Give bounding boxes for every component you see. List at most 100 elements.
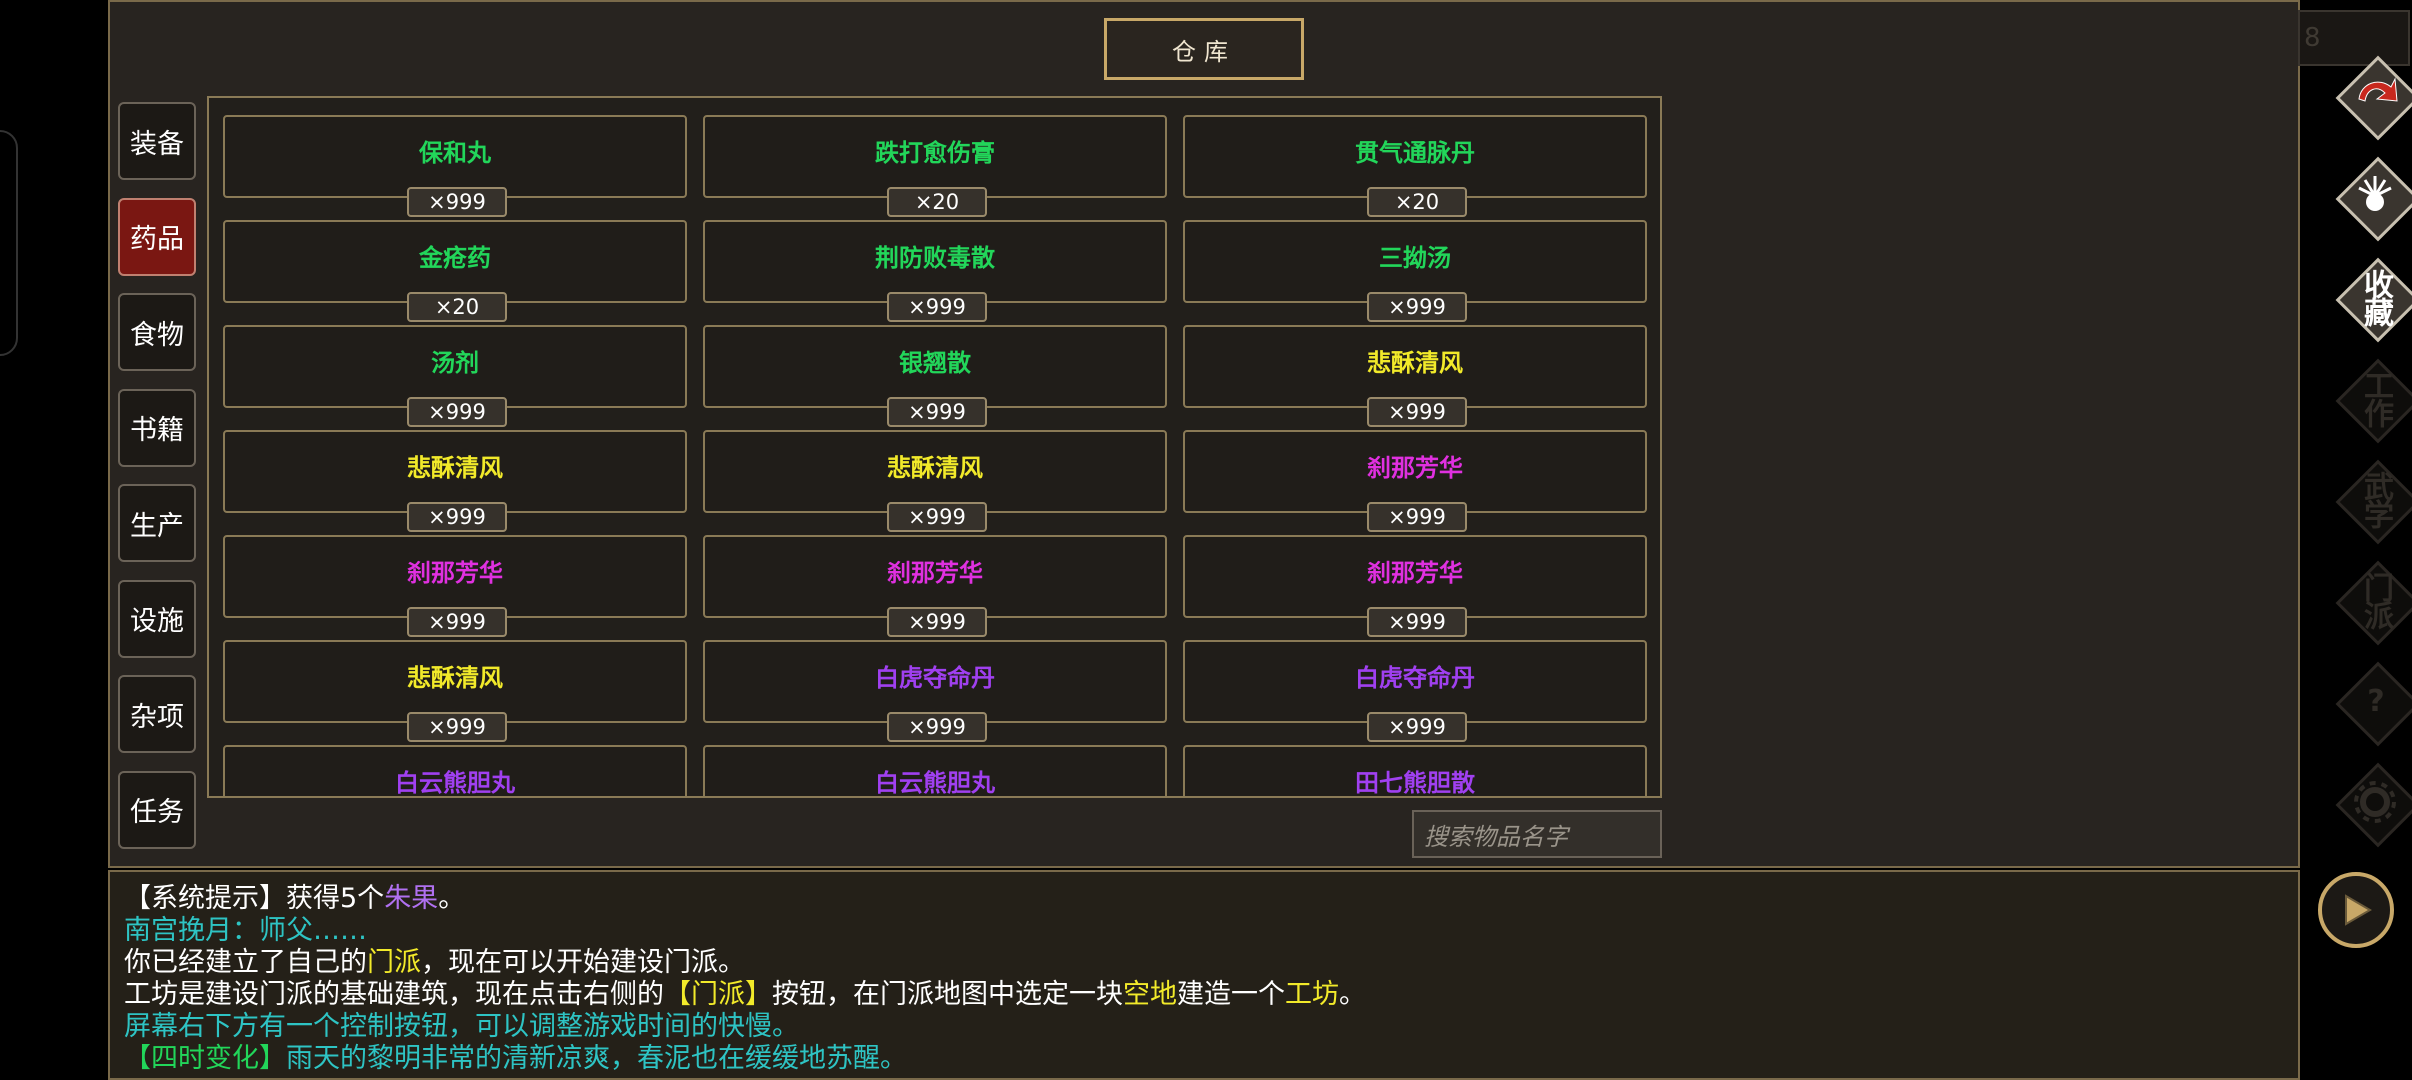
item-name: 刹那芳华 <box>1367 454 1463 482</box>
search-placeholder: 搜索物品名字 <box>1424 822 1568 851</box>
log-segment: 空地 <box>1123 979 1177 1010</box>
item-name: 贯气通脉丹 <box>1355 139 1475 167</box>
item-slot[interactable]: 三拗汤 ×999 <box>1183 220 1647 322</box>
item-slot[interactable]: 白虎夺命丹 ×999 <box>1183 640 1647 742</box>
item-slot[interactable]: 悲酥清风 ×999 <box>223 640 687 742</box>
item-quantity: ×999 <box>887 502 987 532</box>
side-button-label: ? <box>2367 683 2384 719</box>
side-button-return[interactable] <box>2330 50 2412 141</box>
category-tab[interactable]: 生产 <box>118 484 196 562</box>
item-quantity: ×999 <box>1367 502 1467 532</box>
side-button-help[interactable]: ? <box>2330 656 2412 747</box>
item-quantity: ×20 <box>1367 187 1467 217</box>
page-title: 仓库 <box>1104 18 1304 80</box>
search-input[interactable]: 搜索物品名字 <box>1412 810 1662 858</box>
item-slot[interactable]: 跌打愈伤膏 ×20 <box>703 115 1167 217</box>
return-arrow-icon <box>2330 50 2412 140</box>
item-name: 三拗汤 <box>1379 244 1451 272</box>
device-edge <box>0 130 18 356</box>
item-name: 刹那芳华 <box>1367 559 1463 587</box>
item-slot[interactable]: 贯气通脉丹 ×20 <box>1183 115 1647 217</box>
item-name: 白云熊胆丸 <box>395 769 515 797</box>
item-slot[interactable]: 悲酥清风 ×999 <box>223 430 687 532</box>
item-name: 白云熊胆丸 <box>875 769 995 797</box>
item-slot[interactable]: 保和丸 ×999 <box>223 115 687 217</box>
side-button-work[interactable]: 工作 <box>2330 353 2412 444</box>
gear-icon <box>2330 757 2412 847</box>
title-ornament <box>1275 18 1304 47</box>
item-slot[interactable]: 刹那芳华 ×999 <box>1183 430 1647 532</box>
side-button-collection[interactable]: 收藏 <box>2330 252 2412 343</box>
category-tab[interactable]: 任务 <box>118 770 196 849</box>
log-segment: 【四时变化】 <box>124 1043 286 1074</box>
item-quantity: ×999 <box>407 397 507 427</box>
log-segment: 。 <box>438 883 466 914</box>
log-segment: 朱果 <box>384 883 439 914</box>
item-slot[interactable]: 悲酥清风 ×999 <box>703 430 1167 532</box>
play-button[interactable] <box>2318 872 2394 948</box>
item-quantity: ×20 <box>887 187 987 217</box>
item-quantity: ×20 <box>407 292 507 322</box>
title-text: 仓库 <box>1172 37 1236 66</box>
side-button-label: 工作 <box>2358 370 2393 426</box>
item-quantity: ×999 <box>407 187 507 217</box>
side-button-martial[interactable]: 武学 <box>2330 454 2412 545</box>
item-slot[interactable]: 金疮药 ×20 <box>223 220 687 322</box>
category-tab[interactable]: 食物 <box>118 293 196 371</box>
item-quantity: ×999 <box>887 607 987 637</box>
log-line: 【四时变化】雨天的黎明非常的清新凉爽，春泥也在缓缓地苏醒。 <box>124 1036 907 1075</box>
item-quantity: ×999 <box>887 397 987 427</box>
side-button-label: 收藏 <box>2358 269 2393 325</box>
item-name: 悲酥清风 <box>887 454 983 482</box>
message-log: 【系统提示】获得5个朱果。 南宫挽月：师父…… 你已经建立了自己的门派，现在可以开始… <box>108 870 2300 1080</box>
item-name: 汤剂 <box>431 349 479 377</box>
item-name: 保和丸 <box>419 139 491 167</box>
side-button-label: 武学 <box>2358 471 2393 527</box>
item-quantity: ×999 <box>887 712 987 742</box>
item-slot[interactable]: 汤剂 ×999 <box>223 325 687 427</box>
log-segment: 雨天的黎明非常的清新凉爽，春泥也在缓缓地苏醒。 <box>286 1043 907 1074</box>
item-quantity: ×999 <box>407 712 507 742</box>
log-segment: 工坊 <box>1285 979 1339 1010</box>
item-name: 银翘散 <box>899 349 971 377</box>
item-quantity: ×999 <box>1367 712 1467 742</box>
item-quantity: ×999 <box>407 502 507 532</box>
item-name: 金疮药 <box>419 244 491 272</box>
item-slot[interactable]: 刹那芳华 ×999 <box>703 535 1167 637</box>
log-segment: 按钮，在门派地图中选定一块 <box>772 979 1123 1010</box>
item-name: 刹那芳华 <box>887 559 983 587</box>
item-name: 跌打愈伤膏 <box>875 139 995 167</box>
category-tab[interactable]: 药品 <box>118 197 196 276</box>
item-quantity: ×999 <box>407 607 507 637</box>
item-slot[interactable]: 白云熊胆丸 <box>703 745 1167 797</box>
side-button-sect[interactable]: 门派 <box>2330 555 2412 646</box>
item-name: 白虎夺命丹 <box>875 664 995 692</box>
item-quantity: ×999 <box>1367 397 1467 427</box>
top-right-value: 8 <box>2304 23 2321 53</box>
item-name: 悲酥清风 <box>407 664 503 692</box>
side-button-character[interactable] <box>2330 151 2412 242</box>
character-icon <box>2330 151 2412 241</box>
item-slot[interactable]: 银翘散 ×999 <box>703 325 1167 427</box>
category-tab[interactable]: 书籍 <box>118 388 196 467</box>
log-segment: 建造一个 <box>1177 979 1285 1010</box>
item-slot[interactable]: 荆防败毒散 ×999 <box>703 220 1167 322</box>
item-quantity: ×999 <box>887 292 987 322</box>
side-button-label: 门派 <box>2358 572 2393 628</box>
item-name: 刹那芳华 <box>407 559 503 587</box>
item-slot[interactable]: 田七熊胆散 <box>1183 745 1647 796</box>
item-slot[interactable]: 白云熊胆丸 <box>223 745 687 797</box>
item-grid: 保和丸 ×999 跌打愈伤膏 ×20 贯气通脉丹 ×20 金疮药 ×20 荆防败毒散 ×999 三拗… <box>207 96 1662 798</box>
item-slot[interactable]: 悲酥清风 ×999 <box>1183 325 1647 427</box>
category-tab[interactable]: 设施 <box>118 579 196 658</box>
side-button-settings[interactable] <box>2330 757 2412 848</box>
item-quantity: ×999 <box>1367 292 1467 322</box>
item-quantity: ×999 <box>1367 607 1467 637</box>
item-slot[interactable]: 白虎夺命丹 ×999 <box>703 640 1167 742</box>
category-tab[interactable]: 装备 <box>118 102 196 180</box>
title-ornament <box>1104 51 1133 80</box>
item-slot[interactable]: 刹那芳华 ×999 <box>223 535 687 637</box>
log-segment: 。 <box>1339 979 1366 1010</box>
item-slot[interactable]: 刹那芳华 ×999 <box>1183 535 1647 637</box>
category-tab[interactable]: 杂项 <box>118 675 196 753</box>
